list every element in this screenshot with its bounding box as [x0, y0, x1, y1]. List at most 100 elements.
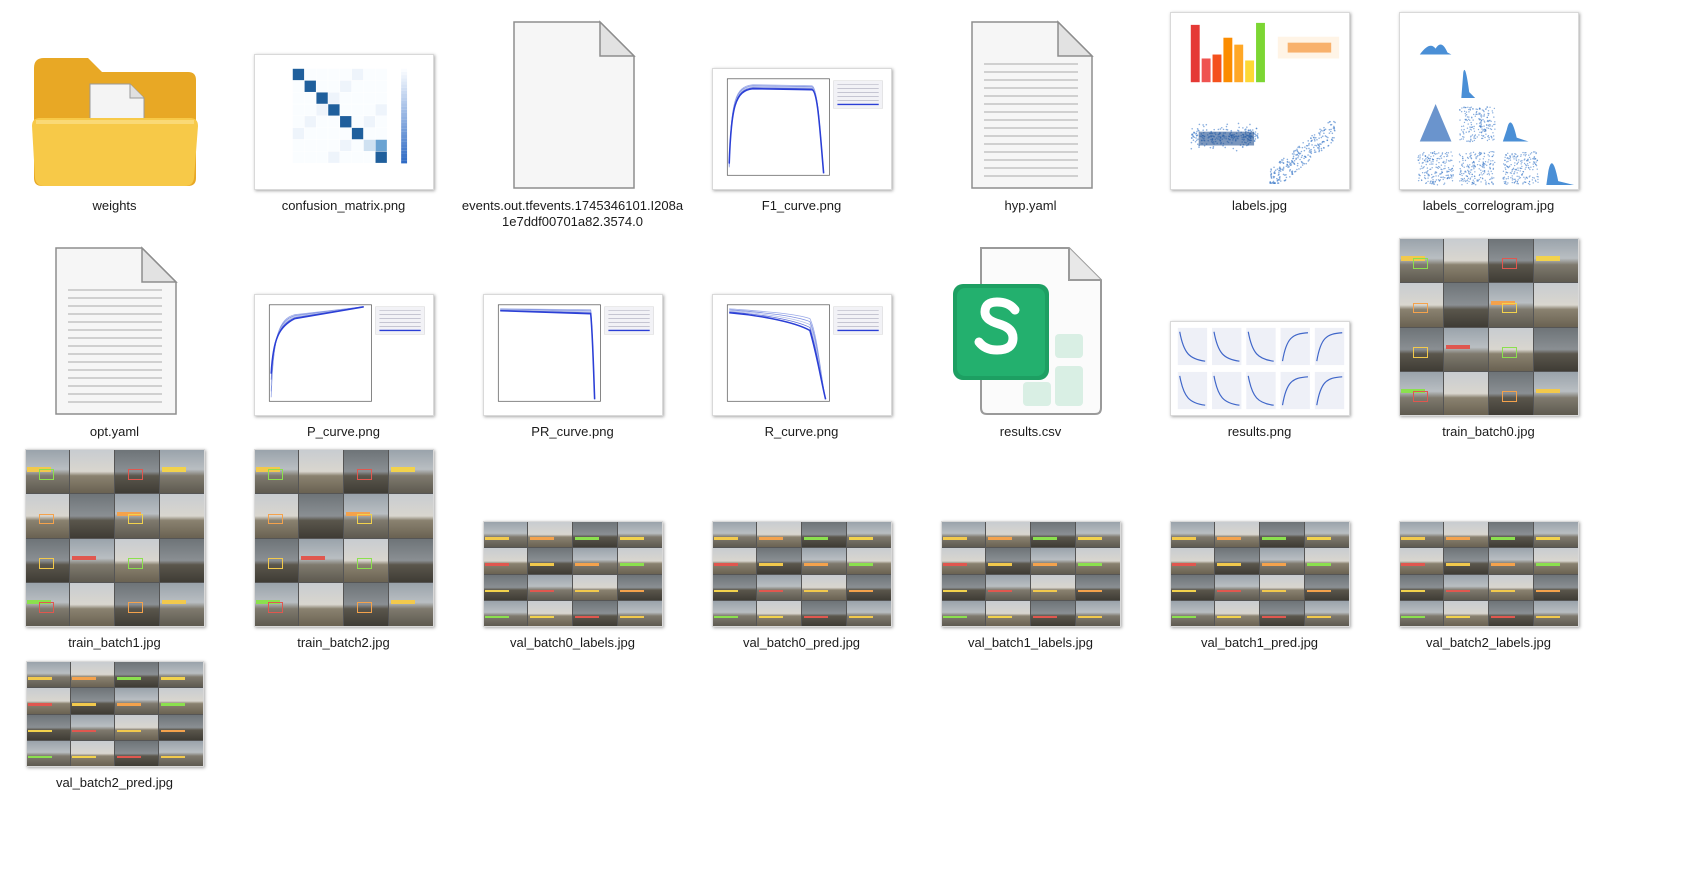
file-item[interactable]: val_batch2_labels.jpg: [1374, 447, 1603, 675]
file-item[interactable]: confusion_matrix.png: [229, 10, 458, 238]
mosaic-tile: [757, 548, 801, 573]
mosaic-tile: [942, 575, 986, 600]
file-item[interactable]: opt.yaml: [0, 236, 229, 464]
file-name: R_curve.png: [693, 424, 910, 440]
file-item[interactable]: val_batch0_labels.jpg: [458, 447, 687, 675]
file-item[interactable]: P_curve.png: [229, 236, 458, 464]
mosaic-tile: [389, 494, 433, 537]
mosaic-tile: [1260, 575, 1304, 600]
image-preview: [1170, 321, 1350, 416]
mosaic-tile: [159, 741, 202, 766]
mosaic-tile: [160, 583, 204, 626]
file-thumbnail: [1374, 10, 1603, 190]
mosaic-tile: [27, 662, 70, 687]
mosaic-tile: [1534, 372, 1578, 415]
file-item[interactable]: train_batch2.jpg: [229, 447, 458, 675]
file-thumbnail: [229, 10, 458, 190]
mosaic-tile: [255, 494, 299, 537]
image-preview: [254, 449, 434, 627]
mosaic-tile: [159, 688, 202, 713]
file-name: results.csv: [922, 424, 1139, 440]
mosaic-tile: [70, 539, 114, 582]
mosaic-tile: [344, 450, 388, 493]
mosaic-tile: [1534, 239, 1578, 282]
file-thumbnail: [229, 447, 458, 627]
file-item[interactable]: val_batch0_pred.jpg: [687, 447, 916, 675]
mosaic-tile: [757, 575, 801, 600]
file-item[interactable]: weights: [0, 10, 229, 238]
mosaic-tile: [1171, 601, 1215, 626]
image-preview: [1399, 12, 1579, 190]
mosaic-tile: [802, 575, 846, 600]
image-preview: [1170, 521, 1350, 627]
file-item[interactable]: train_batch0.jpg: [1374, 236, 1603, 464]
mosaic-tile: [757, 601, 801, 626]
file-thumbnail: [229, 236, 458, 416]
mosaic-tile: [986, 548, 1030, 573]
file-item[interactable]: results.png: [1145, 236, 1374, 464]
mosaic-tile: [1215, 575, 1259, 600]
file-item[interactable]: F1_curve.png: [687, 10, 916, 238]
file-thumbnail: [1145, 236, 1374, 416]
file-name: labels_correlogram.jpg: [1380, 198, 1597, 214]
mosaic-tile: [1444, 328, 1488, 371]
mosaic-tile: [1534, 522, 1578, 547]
mosaic-tile: [1260, 601, 1304, 626]
mosaic-tile: [1534, 575, 1578, 600]
mosaic-tile: [1489, 328, 1533, 371]
file-item[interactable]: hyp.yaml: [916, 10, 1145, 238]
image-preview: [712, 68, 892, 190]
file-item[interactable]: PR_curve.png: [458, 236, 687, 464]
mosaic-tile: [299, 539, 343, 582]
file-item[interactable]: labels_correlogram.jpg: [1374, 10, 1603, 238]
mosaic-tile: [344, 583, 388, 626]
file-thumbnail: [1145, 447, 1374, 627]
mosaic-tile: [713, 601, 757, 626]
image-preview: [483, 521, 663, 627]
file-thumbnail: [916, 236, 1145, 416]
mosaic-tile: [1444, 283, 1488, 326]
file-name: val_batch0_pred.jpg: [693, 635, 910, 651]
mosaic-tile: [1534, 601, 1578, 626]
mosaic-tile: [71, 662, 114, 687]
file-thumbnail: [458, 10, 687, 190]
mosaic-tile: [1534, 283, 1578, 326]
mosaic-tile: [299, 494, 343, 537]
mosaic-tile: [573, 575, 617, 600]
file-item[interactable]: val_batch1_labels.jpg: [916, 447, 1145, 675]
file-item[interactable]: R_curve.png: [687, 236, 916, 464]
mosaic-tile: [115, 539, 159, 582]
file-name: weights: [6, 198, 223, 214]
image-preview: [26, 661, 204, 767]
mosaic-tile: [71, 688, 114, 713]
mosaic-tile: [1489, 601, 1533, 626]
blank-file-icon: [508, 20, 638, 190]
mosaic-tile: [1400, 328, 1444, 371]
mosaic-tile: [389, 450, 433, 493]
file-thumbnail: [0, 10, 229, 190]
mosaic-tile: [159, 715, 202, 740]
mosaic-tile: [70, 494, 114, 537]
mosaic-tile: [1215, 522, 1259, 547]
mosaic-tile: [484, 575, 528, 600]
file-item[interactable]: val_batch2_pred.jpg: [0, 657, 229, 815]
file-item[interactable]: val_batch1_pred.jpg: [1145, 447, 1374, 675]
mosaic-tile: [484, 601, 528, 626]
mosaic-tile: [1076, 522, 1120, 547]
mosaic-tile: [26, 539, 70, 582]
file-item[interactable]: train_batch1.jpg: [0, 447, 229, 675]
mosaic-tile: [1400, 372, 1444, 415]
mosaic-tile: [1305, 601, 1349, 626]
mosaic-tile: [713, 575, 757, 600]
mosaic-tile: [115, 741, 158, 766]
file-thumbnail: [0, 447, 229, 627]
mosaic-tile: [1171, 548, 1215, 573]
mosaic-tile: [528, 522, 572, 547]
mosaic-tile: [802, 548, 846, 573]
file-item[interactable]: labels.jpg: [1145, 10, 1374, 238]
mosaic-tile: [847, 601, 891, 626]
file-item[interactable]: results.csv: [916, 236, 1145, 464]
image-preview: [1399, 238, 1579, 416]
mosaic-tile: [1076, 601, 1120, 626]
file-item[interactable]: events.out.tfevents.1745346101.I208a1e7d…: [458, 10, 687, 238]
